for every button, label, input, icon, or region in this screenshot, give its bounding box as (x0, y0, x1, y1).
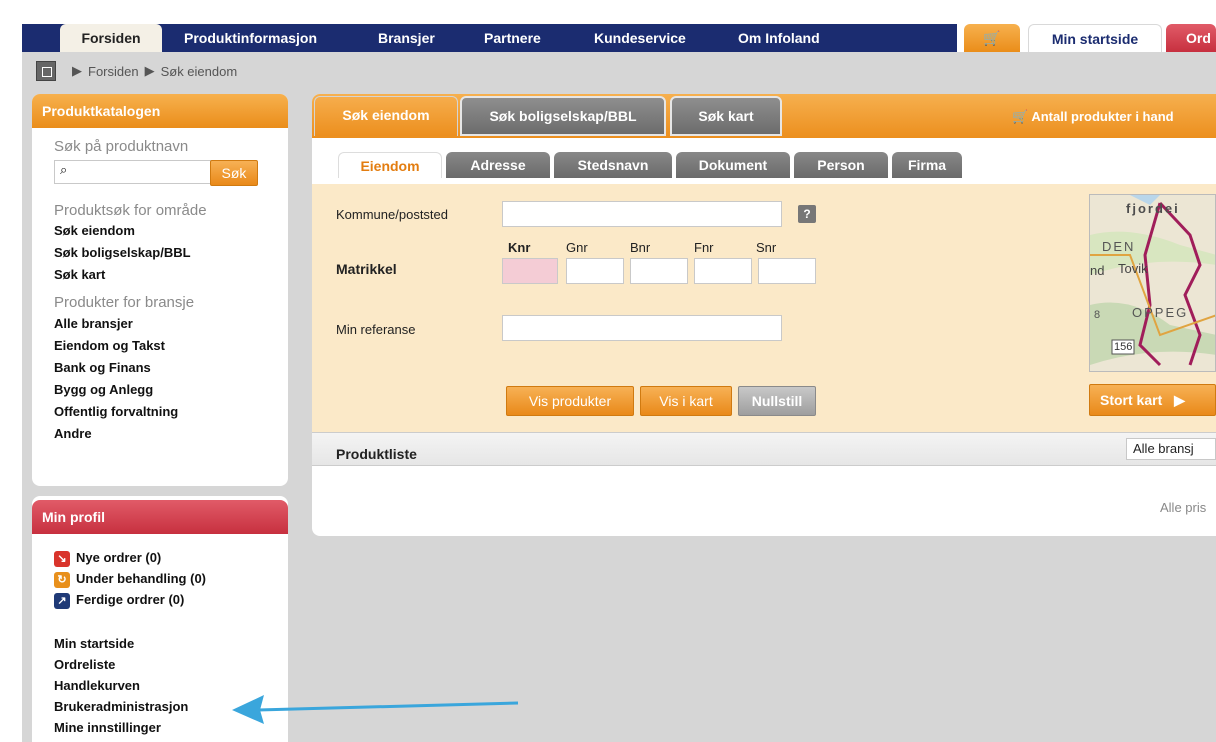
nav-tab-kundeservice[interactable]: Kundeservice (594, 24, 686, 52)
link-bank-finans[interactable]: Bank og Finans (54, 360, 151, 375)
link-handlekurven[interactable]: Handlekurven (54, 678, 140, 693)
matrikkel-col-bnr: Bnr (630, 240, 651, 255)
area-heading: Produktsøk for område (54, 202, 207, 219)
map-label-8: 8 (1094, 309, 1101, 321)
matrikkel-col-snr: Snr (756, 240, 777, 255)
fnr-input[interactable] (694, 258, 752, 284)
nav-tab-forsiden[interactable]: Forsiden (60, 24, 162, 52)
matrikkel-col-gnr: Gnr (566, 240, 588, 255)
breadcrumb: ▶ Forsiden ▶ Søk eiendom (36, 60, 237, 82)
nav-tab-om-infoland[interactable]: Om Infoland (738, 24, 820, 52)
gnr-input[interactable] (566, 258, 624, 284)
matrikkel-col-fnr: Fnr (694, 240, 714, 255)
snr-input[interactable] (758, 258, 816, 284)
kommune-input[interactable] (502, 201, 782, 227)
industry-heading: Produkter for bransje (54, 294, 195, 311)
map-graphic (1090, 195, 1215, 371)
min-profil-panel: Min profil ↘ Nye ordrer (0) ↻ Under behand… (32, 496, 288, 742)
help-icon[interactable]: ? (798, 205, 816, 223)
link-mine-innstillinger[interactable]: Mine innstillinger (54, 720, 161, 735)
product-search-input[interactable] (54, 160, 228, 184)
subtab-adresse[interactable]: Adresse (446, 152, 550, 178)
tab-sok-boligselskap[interactable]: Søk boligselskap/BBL (460, 96, 666, 136)
cart-icon: 🛒 (983, 30, 1001, 46)
matrikkel-col-knr: Knr (508, 240, 531, 255)
processing-icon: ↻ (54, 571, 70, 588)
knr-input[interactable] (502, 258, 558, 284)
breadcrumb-sok-eiendom[interactable]: Søk eiendom (161, 64, 238, 79)
order-status-done[interactable]: ↗ Ferdige ordrer (0) (54, 592, 184, 609)
search-button[interactable]: Søk (210, 160, 258, 186)
collapse-sidebar-icon[interactable] (36, 61, 56, 81)
link-alle-bransjer[interactable]: Alle bransjer (54, 316, 133, 331)
map-label-fjord: fjordei (1126, 201, 1180, 216)
vis-i-kart-button[interactable]: Vis i kart (640, 386, 732, 416)
nav-tab-partnere[interactable]: Partnere (484, 24, 541, 52)
order-status-processing-label: Under behandling (0) (76, 571, 206, 586)
produktliste-title: Produktliste (336, 446, 417, 462)
price-note: Alle pris (1160, 500, 1207, 515)
produktkatalog-title: Produktkatalogen (32, 94, 288, 128)
order-status-new-label: Nye ordrer (0) (76, 550, 162, 565)
link-min-startside[interactable]: Min startside (54, 636, 134, 651)
tab-sok-eiendom[interactable]: Søk eiendom (314, 96, 458, 136)
triangle-right-icon: ▶ (72, 63, 82, 78)
vis-produkter-button[interactable]: Vis produkter (506, 386, 634, 416)
tab-sok-kart[interactable]: Søk kart (670, 96, 782, 136)
link-sok-eiendom[interactable]: Søk eiendom (54, 223, 135, 238)
subtab-firma[interactable]: Firma (892, 152, 962, 178)
link-bygg-anlegg[interactable]: Bygg og Anlegg (54, 382, 153, 397)
bnr-input[interactable] (630, 258, 688, 284)
subtab-person[interactable]: Person (794, 152, 888, 178)
link-ordreliste[interactable]: Ordreliste (54, 657, 115, 672)
link-sok-boligselskap[interactable]: Søk boligselskap/BBL (54, 245, 191, 260)
subtab-stedsnavn[interactable]: Stedsnavn (554, 152, 672, 178)
map-label-156: 156 (1114, 341, 1133, 353)
new-orders-icon: ↘ (54, 550, 70, 567)
subtab-eiendom[interactable]: Eiendom (338, 152, 442, 178)
triangle-right-icon: ▶ (144, 63, 155, 78)
kommune-label: Kommune/poststed (336, 207, 449, 222)
nav-tab-produktinformasjon[interactable]: Produktinformasjon (184, 24, 317, 52)
tab-min-startside[interactable]: Min startside (1028, 24, 1162, 52)
order-status-done-label: Ferdige ordrer (0) (76, 592, 185, 607)
map-label-oppeg: OPPEG (1132, 305, 1189, 320)
nullstill-button[interactable]: Nullstill (738, 386, 816, 416)
produktliste-bar (312, 432, 1216, 466)
subtab-dokument[interactable]: Dokument (676, 152, 790, 178)
play-arrow-icon: ▶ (1174, 392, 1185, 408)
search-icon: ⌕ (60, 162, 68, 177)
map-label-den: DEN (1102, 239, 1136, 254)
cart-icon: 🛒 (1012, 109, 1029, 124)
link-brukeradministrasjon[interactable]: Brukeradministrasjon (54, 699, 188, 714)
nav-tab-bransjer[interactable]: Bransjer (378, 24, 435, 52)
top-navigation: Forsiden Produktinformasjon Bransjer Par… (22, 24, 957, 52)
link-eiendom-takst[interactable]: Eiendom og Takst (54, 338, 165, 353)
produktkatalog-panel: Produktkatalogen Søk på produktnavn ⌕ Sø… (32, 94, 288, 486)
search-panel: Søk eiendom Søk boligselskap/BBL Søk kar… (312, 94, 1216, 536)
stort-kart-button[interactable]: Stort kart ▶ (1089, 384, 1216, 416)
search-label: Søk på produktnavn (54, 138, 189, 155)
cart-count-info: 🛒 Antall produkter i hand (1012, 109, 1174, 125)
matrikkel-label: Matrikkel (336, 261, 397, 277)
referanse-label: Min referanse (336, 322, 416, 337)
link-sok-kart[interactable]: Søk kart (54, 267, 105, 282)
order-status-processing[interactable]: ↻ Under behandling (0) (54, 571, 206, 588)
stort-kart-label: Stort kart (1100, 392, 1163, 408)
done-orders-icon: ↗ (54, 592, 70, 609)
link-offentlig-forvaltning[interactable]: Offentlig forvaltning (54, 404, 178, 419)
link-andre[interactable]: Andre (54, 426, 92, 441)
min-profil-title: Min profil (32, 500, 288, 534)
referanse-input[interactable] (502, 315, 782, 341)
tab-ordre[interactable]: Ord (1166, 24, 1216, 52)
cart-tab[interactable]: 🛒 (964, 24, 1020, 52)
cart-count-text: Antall produkter i hand (1031, 109, 1174, 124)
map-label-nd: nd (1090, 263, 1105, 278)
bransje-select[interactable]: Alle bransj (1126, 438, 1216, 460)
map-label-tovik: Tovik (1118, 261, 1148, 276)
breadcrumb-forsiden[interactable]: Forsiden (88, 64, 139, 79)
order-status-new[interactable]: ↘ Nye ordrer (0) (54, 550, 161, 567)
map-thumbnail[interactable]: fjordei DEN nd Tovik OPPEG 8 156 (1089, 194, 1216, 372)
